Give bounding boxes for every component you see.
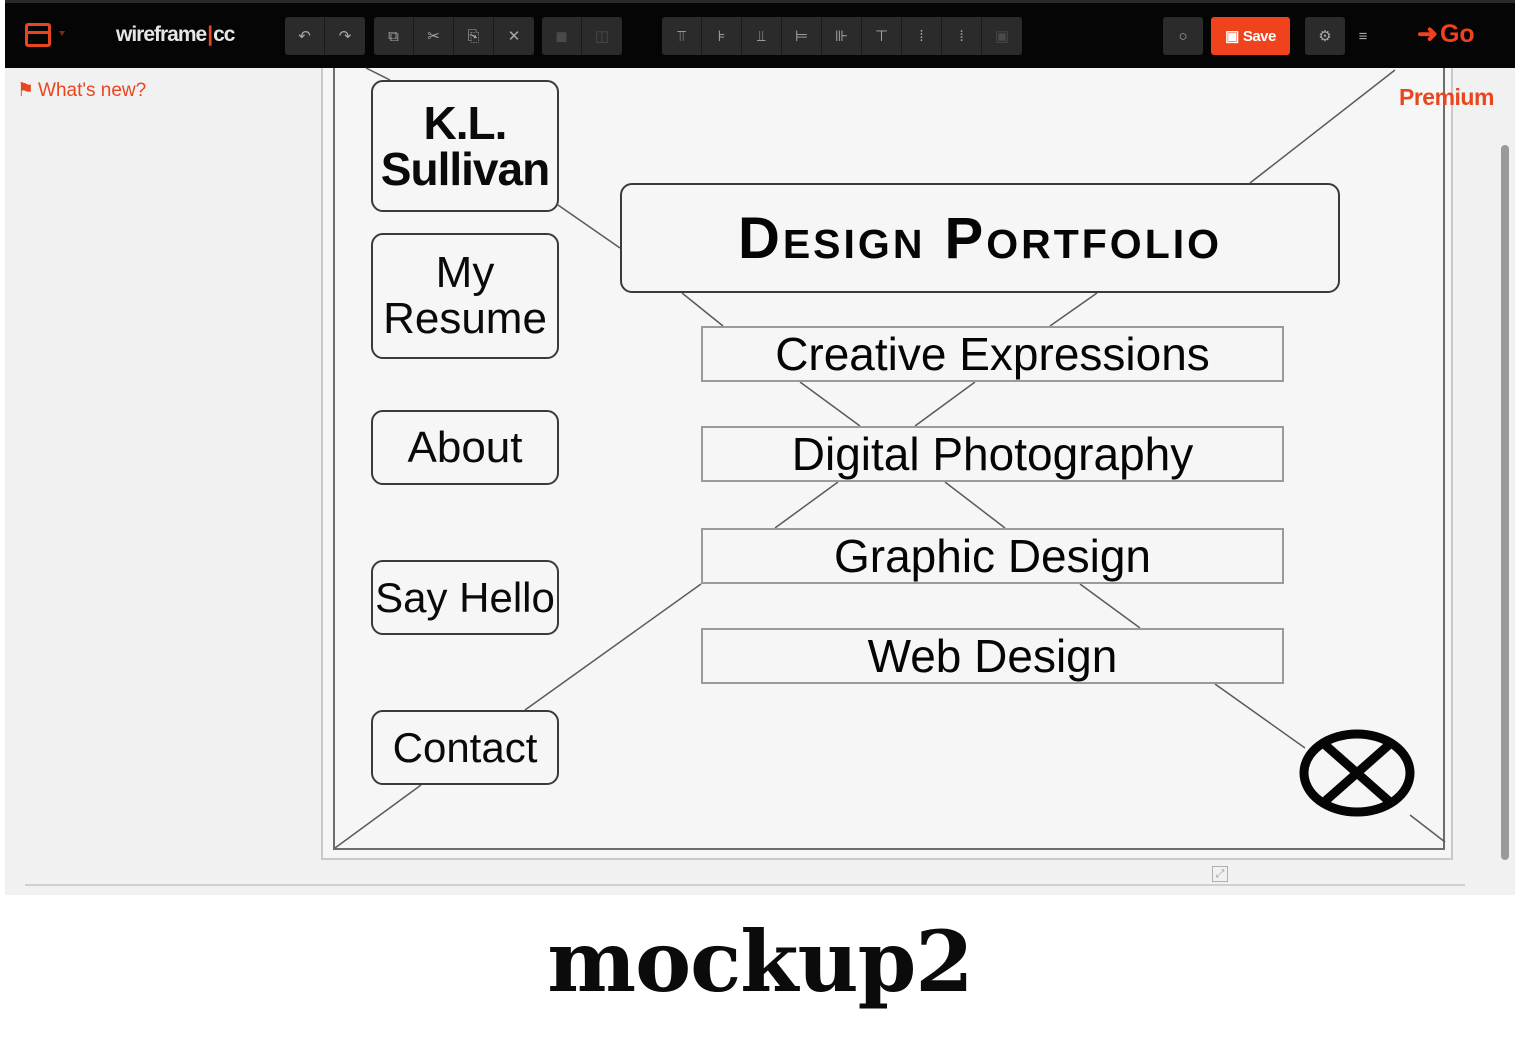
send-back-button[interactable]: ◫ <box>582 17 622 55</box>
contact-nav-button[interactable]: Contact <box>371 710 559 785</box>
chevron-down-icon[interactable] <box>59 31 65 36</box>
align-top-button[interactable]: ⫪ <box>662 17 702 55</box>
go-label: Go <box>1439 19 1475 48</box>
comment-button[interactable]: ○ <box>1163 17 1203 55</box>
category-creative-expressions[interactable]: Creative Expressions <box>701 326 1284 382</box>
align-center-v-icon: ⊤ <box>874 28 889 45</box>
paste-button[interactable]: ⎘ <box>454 17 494 55</box>
paste-icon: ⎘ <box>467 27 480 45</box>
arrow-right-icon: ➜ <box>1417 20 1438 48</box>
align-left-icon: ⊧ <box>717 28 726 45</box>
bring-front-icon: ◼ <box>555 28 568 45</box>
save-button[interactable]: ▣ Save <box>1211 17 1290 55</box>
brand-name: wireframe <box>116 23 207 46</box>
figure-caption: mockup2 <box>547 912 974 1011</box>
undo-button[interactable]: ↶ <box>285 17 325 55</box>
resize-handle-icon[interactable]: ⤢ <box>1212 866 1228 882</box>
comment-group: ○ <box>1163 17 1203 55</box>
align-bottom-icon: ⫫ <box>757 27 766 45</box>
save-label: Save <box>1242 27 1277 45</box>
align-right-icon: ⊨ <box>794 28 809 45</box>
about-nav-button[interactable]: About <box>371 410 559 485</box>
group-icon: ▣ <box>994 28 1010 45</box>
copy-icon: ⧉ <box>388 27 399 45</box>
category-web-design[interactable]: Web Design <box>701 628 1284 684</box>
edit-group: ⧉ ✂ ⎘ ✕ <box>374 17 534 55</box>
brand-separator: | <box>207 23 213 46</box>
undo-icon: ↶ <box>298 28 311 45</box>
redo-icon: ↷ <box>338 28 352 45</box>
top-toolbar: wireframe|cc ↶ ↷ ⧉ ✂ ⎘ ✕ ◼ ◫ ⫪ ⊧ ⫫ ⊨ ⊪ ⊤… <box>5 0 1515 68</box>
wireframe-editor-window: wireframe|cc ↶ ↷ ⧉ ✂ ⎘ ✕ ◼ ◫ ⫪ ⊧ ⫫ ⊨ ⊪ ⊤… <box>5 0 1515 895</box>
bring-front-button[interactable]: ◼ <box>542 17 582 55</box>
align-left-button[interactable]: ⊧ <box>702 17 742 55</box>
align-top-icon: ⫪ <box>677 27 686 45</box>
layer-group: ◼ ◫ <box>542 17 622 55</box>
align-bottom-button[interactable]: ⫫ <box>742 17 782 55</box>
distribute-h-icon: ⦙ <box>959 27 964 45</box>
redo-button[interactable]: ↷ <box>325 17 365 55</box>
brand-name-box[interactable]: K.L. Sullivan <box>371 80 559 212</box>
align-right-button[interactable]: ⊨ <box>782 17 822 55</box>
vertical-scrollbar[interactable] <box>1501 145 1509 860</box>
premium-label[interactable]: Premium <box>1399 84 1494 111</box>
history-group: ↶ ↷ <box>285 17 365 55</box>
gear-icon: ⚙ <box>1318 28 1332 45</box>
cut-icon: ✂ <box>427 28 440 45</box>
portfolio-title: Design Portfolio <box>620 183 1340 293</box>
distribute-v-button[interactable]: ⁞ <box>902 17 942 55</box>
hamburger-icon: ≡ <box>1358 27 1368 45</box>
copy-button[interactable]: ⧉ <box>374 17 414 55</box>
send-back-icon: ◫ <box>594 28 610 45</box>
align-center-v-button[interactable]: ⊤ <box>862 17 902 55</box>
close-icon[interactable] <box>1299 729 1415 817</box>
delete-button[interactable]: ✕ <box>494 17 534 55</box>
delete-icon: ✕ <box>507 28 521 45</box>
brand-suffix: cc <box>213 23 235 46</box>
brand-logo: wireframe|cc <box>116 23 235 47</box>
distribute-h-button[interactable]: ⦙ <box>942 17 982 55</box>
category-graphic-design[interactable]: Graphic Design <box>701 528 1284 584</box>
align-center-h-button[interactable]: ⊪ <box>822 17 862 55</box>
go-button[interactable]: ➜ Go <box>1417 19 1475 49</box>
comment-icon: ○ <box>1178 27 1188 45</box>
settings-button[interactable]: ⚙ <box>1305 17 1345 55</box>
menu-button[interactable]: ≡ <box>1343 17 1383 55</box>
align-center-h-icon: ⊪ <box>834 28 849 45</box>
horizontal-divider <box>25 884 1465 886</box>
save-icon: ▣ <box>1225 28 1239 45</box>
cut-button[interactable]: ✂ <box>414 17 454 55</box>
flag-icon: ⚑ <box>17 80 35 101</box>
say-hello-nav-button[interactable]: Say Hello <box>371 560 559 635</box>
resume-nav-button[interactable]: My Resume <box>371 233 559 359</box>
distribute-v-icon: ⁞ <box>919 27 924 45</box>
app-menu-icon[interactable] <box>25 23 51 47</box>
align-group: ⫪ ⊧ ⫫ ⊨ ⊪ ⊤ ⁞ ⦙ ▣ <box>662 17 1022 55</box>
group-button[interactable]: ▣ <box>982 17 1022 55</box>
whats-new-link[interactable]: ⚑ What's new? <box>17 79 146 102</box>
settings-group: ⚙ <box>1305 17 1345 55</box>
whats-new-label: What's new? <box>38 79 147 101</box>
category-digital-photography[interactable]: Digital Photography <box>701 426 1284 482</box>
